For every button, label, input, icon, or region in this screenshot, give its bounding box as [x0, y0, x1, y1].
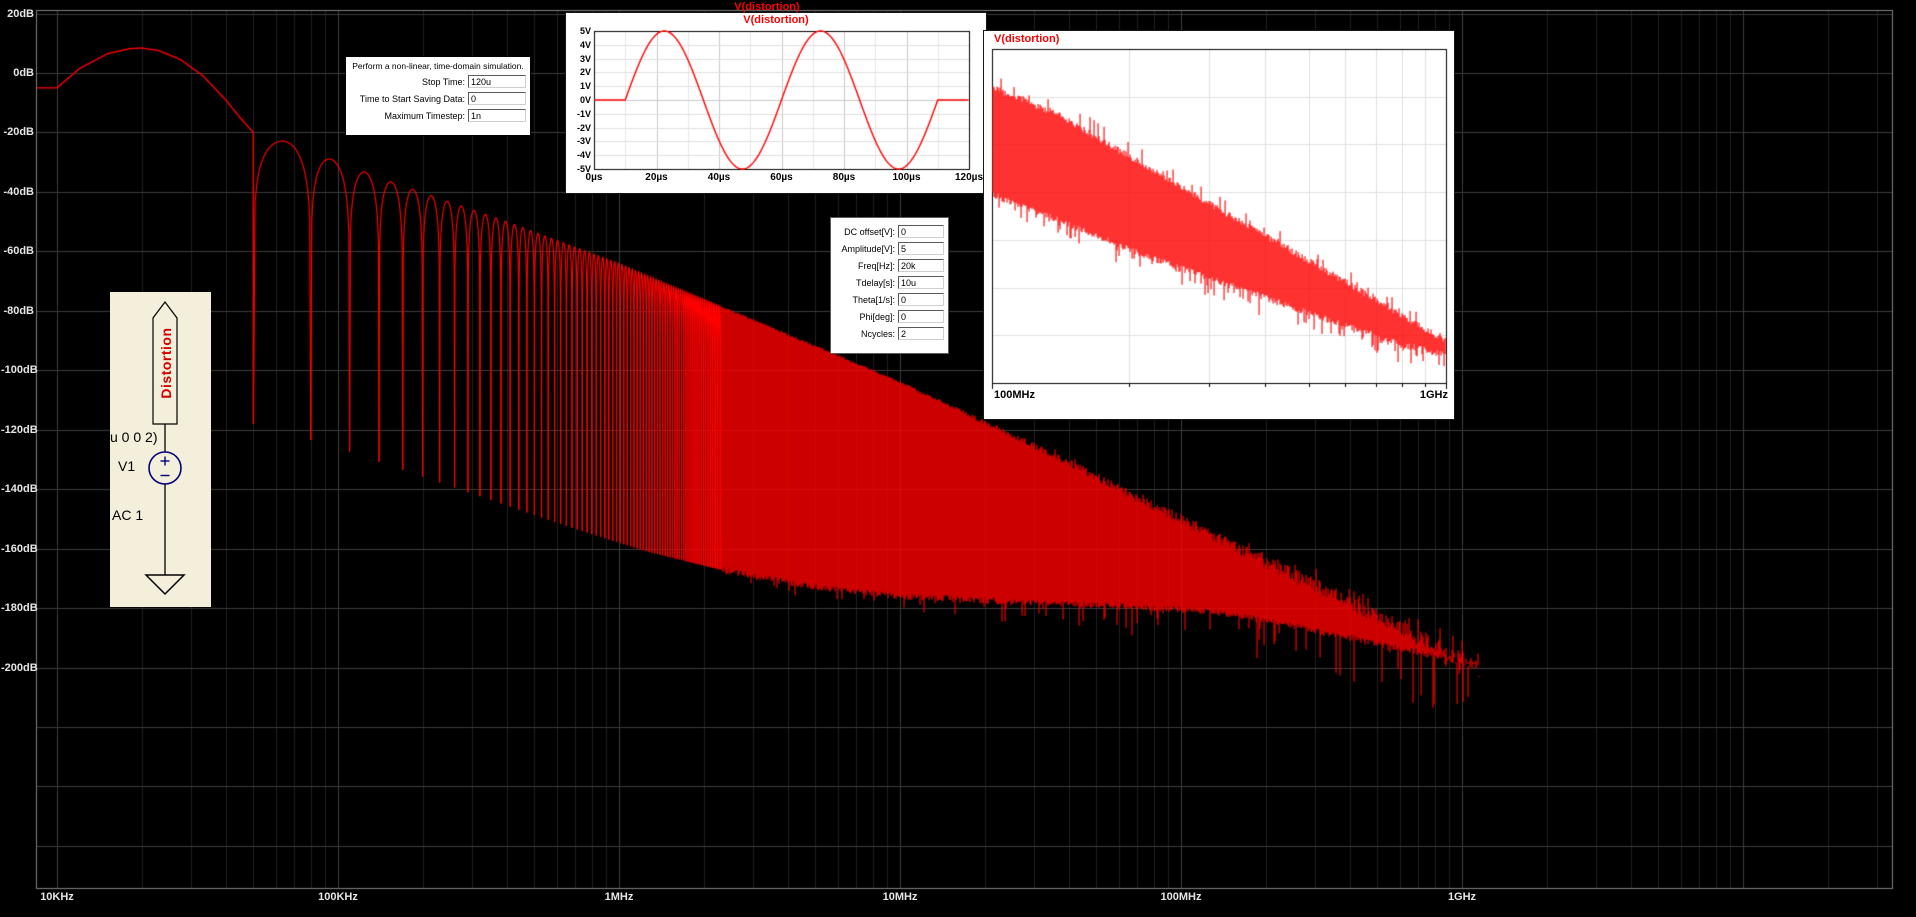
time-domain-inset: V(distortion) 5V 4V 3V 2V 1V 0V -1V -2V -3V -4V -5… — [565, 12, 987, 194]
time-x-axis-label: 0µs — [585, 172, 603, 183]
ltspice-window: V(distortion) 20dB 0dB -20dB -40dB -60dB -80d… — [0, 0, 1916, 917]
max-timestep-input[interactable] — [468, 109, 526, 122]
main-y-axis-label: -100dB — [1, 364, 38, 377]
time-y-axis-label: 1V — [579, 81, 591, 92]
stop-time-input[interactable] — [468, 75, 526, 88]
zoom-inset-title: V(distortion) — [994, 33, 1060, 45]
time-inset-title: V(distortion) — [743, 14, 809, 26]
main-y-axis-label: -140dB — [1, 483, 38, 496]
phi-label: Phi[deg]: — [859, 311, 895, 322]
main-x-axis-label: 10MHz — [882, 891, 918, 903]
ground-symbol[interactable] — [144, 574, 186, 596]
freq-row: Freq[Hz]: — [835, 259, 944, 272]
time-domain-plot[interactable] — [566, 13, 986, 193]
main-y-axis-label: -40dB — [3, 185, 34, 198]
main-y-axis-label: -200dB — [1, 661, 38, 674]
net-label[interactable]: Distortion — [158, 304, 174, 422]
time-y-axis-label: 0V — [579, 95, 591, 105]
tdelay-row: Tdelay[s]: — [835, 276, 944, 289]
amplitude-label: Amplitude[V]: — [841, 243, 895, 254]
phi-row: Phi[deg]: — [835, 310, 944, 323]
dc-offset-label: DC offset[V]: — [844, 226, 895, 237]
ncycles-label: Ncycles: — [860, 328, 895, 339]
freq-input[interactable] — [898, 259, 944, 272]
main-plot-title: V(distortion) — [734, 1, 800, 13]
start-saving-row: Time to Start Saving Data: — [350, 92, 526, 105]
time-y-axis-label: 4V — [579, 39, 591, 50]
time-y-axis-label: -1V — [576, 108, 591, 119]
amplitude-row: Amplitude[V]: — [835, 242, 944, 255]
main-y-axis-label: -60dB — [3, 245, 34, 258]
time-x-axis-label: 60µs — [770, 172, 793, 183]
component-ref[interactable]: V1 — [118, 458, 135, 474]
time-y-axis-label: -3V — [576, 136, 591, 147]
theta-input[interactable] — [898, 293, 944, 306]
main-y-axis-label: -80dB — [3, 304, 34, 317]
time-x-axis-label: 40µs — [707, 172, 731, 183]
sine-source-panel: DC offset[V]: Amplitude[V]: Freq[Hz]: Td… — [830, 217, 949, 354]
main-x-axis-label: 100KHz — [318, 891, 358, 903]
tdelay-input[interactable] — [898, 276, 944, 289]
component-value[interactable]: AC 1 — [112, 507, 143, 523]
time-x-axis-label: 80µs — [832, 172, 856, 183]
start-saving-label: Time to Start Saving Data: — [359, 93, 465, 104]
main-x-axis-label: 100MHz — [1160, 891, 1202, 903]
main-y-axis-label: 0dB — [13, 67, 34, 79]
dc-offset-input[interactable] — [898, 225, 944, 238]
main-x-axis-label: 1GHz — [1447, 891, 1477, 903]
main-y-axis-label: -180dB — [1, 602, 38, 615]
time-x-axis-label: 120µs — [954, 172, 984, 183]
main-y-axis-label: 20dB — [7, 7, 34, 20]
freq-label: Freq[Hz]: — [857, 260, 895, 271]
stop-time-label: Stop Time: — [421, 76, 465, 87]
transient-settings-panel: Perform a non-linear, time-domain simula… — [345, 56, 531, 136]
time-x-axis-label: 20µs — [645, 172, 668, 183]
theta-row: Theta[1/s]: — [835, 293, 944, 306]
stop-time-row: Stop Time: — [350, 75, 526, 88]
main-y-axis-label: -20dB — [3, 126, 34, 139]
fft-zoom-inset: V(distortion) 100MHz 1GHz — [983, 30, 1455, 420]
start-saving-input[interactable] — [468, 92, 526, 105]
fft-zoom-plot[interactable] — [984, 31, 1454, 419]
tdelay-label: Tdelay[s]: — [855, 277, 895, 288]
max-timestep-row: Maximum Timestep: — [350, 109, 526, 122]
theta-label: Theta[1/s]: — [852, 294, 895, 305]
main-y-axis-label: -160dB — [1, 542, 38, 555]
spice-directive-clipped: u 0 0 2) — [110, 429, 158, 445]
main-x-axis-label: 1MHz — [604, 891, 634, 903]
ncycles-input[interactable] — [898, 327, 944, 340]
time-y-axis-label: 3V — [579, 53, 591, 64]
main-x-axis-label: 10KHz — [40, 891, 74, 903]
phi-input[interactable] — [898, 310, 944, 323]
dc-offset-row: DC offset[V]: — [835, 225, 944, 238]
ncycles-row: Ncycles: — [835, 327, 944, 340]
time-y-axis-label: -2V — [576, 122, 591, 133]
time-x-axis-label: 100µs — [892, 172, 921, 183]
time-y-axis-label: 2V — [579, 67, 591, 78]
time-y-axis-label: -4V — [576, 150, 591, 161]
max-timestep-label: Maximum Timestep: — [384, 110, 465, 121]
voltage-source-schematic: Distortion u 0 0 2) V1 AC 1 — [110, 292, 211, 607]
time-y-axis-label: 5V — [579, 26, 591, 36]
zoom-x-axis-label: 100MHz — [994, 389, 1035, 401]
amplitude-input[interactable] — [898, 242, 944, 255]
main-y-axis-label: -120dB — [1, 423, 38, 436]
transient-description: Perform a non-linear, time-domain simula… — [352, 61, 524, 71]
zoom-x-axis-label: 1GHz — [1419, 389, 1448, 401]
